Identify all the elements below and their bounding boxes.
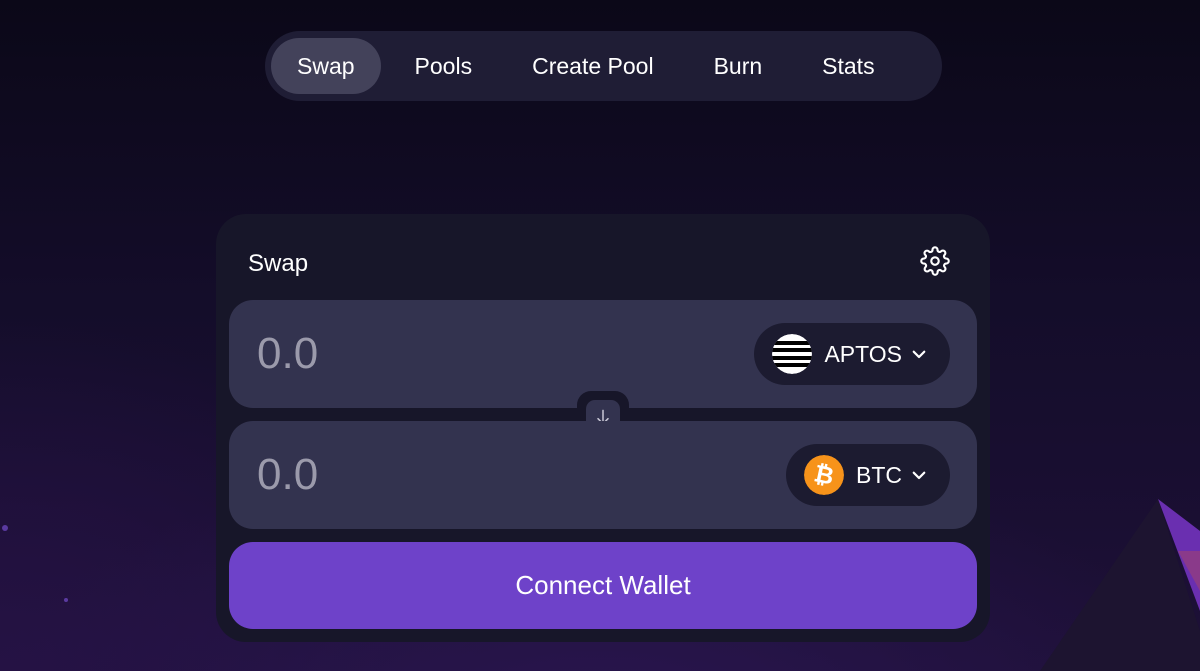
swap-card-title: Swap [248,250,309,277]
settings-button[interactable] [918,244,952,278]
to-token-label: BTC [856,461,902,488]
main-nav: Swap Pools Create Pool Burn Stats [265,31,942,101]
chevron-down-icon [912,471,926,480]
to-amount-input[interactable] [257,449,617,501]
from-amount-input[interactable] [257,328,617,380]
to-token-selector[interactable]: ₿ BTC [786,444,950,506]
tab-swap[interactable]: Swap [271,38,381,94]
aptos-logo-icon [772,334,813,374]
to-token-field: ₿ BTC [229,421,977,529]
from-token-selector[interactable]: APTOS [754,323,950,385]
background-dot [64,598,68,602]
tab-create-pool[interactable]: Create Pool [506,38,679,94]
connect-wallet-button[interactable]: Connect Wallet [229,542,977,629]
from-token-label: APTOS [824,340,902,367]
tab-burn[interactable]: Burn [688,38,789,94]
tab-pools[interactable]: Pools [389,38,499,94]
swap-card: Swap APTOS [216,214,990,642]
tab-stats[interactable]: Stats [796,38,900,94]
gear-icon [920,246,950,276]
chevron-down-icon [912,350,926,359]
bitcoin-logo-icon: ₿ [804,455,844,495]
background-dot [2,525,8,531]
